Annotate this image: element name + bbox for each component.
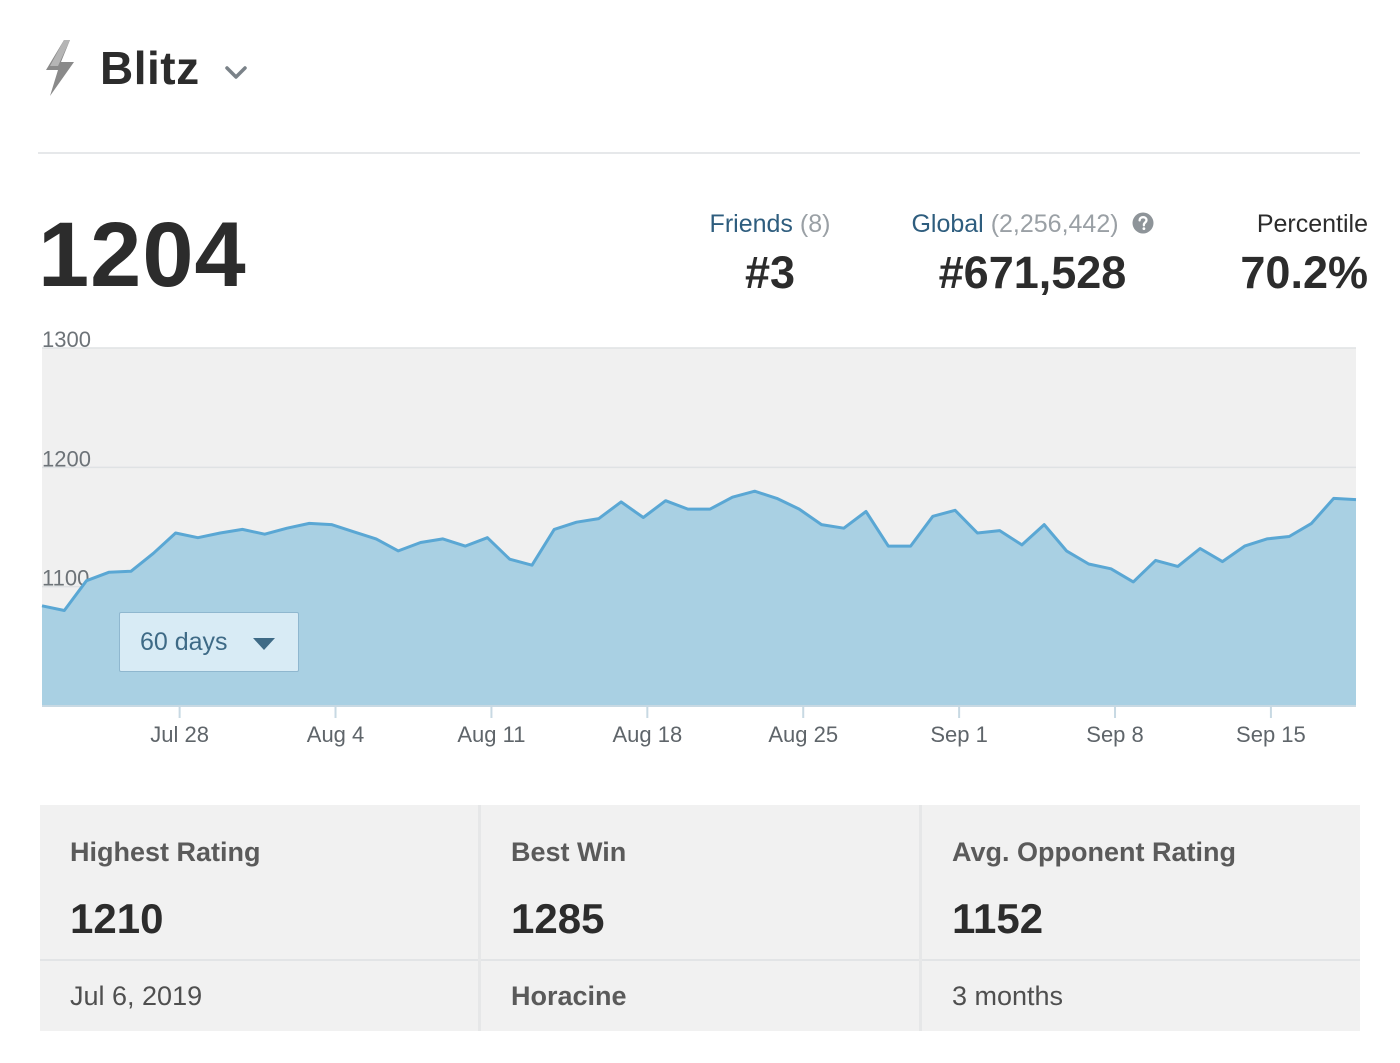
range-select-value: 60 days [140,627,228,656]
x-tick-label: Aug 11 [457,722,525,747]
x-tick-label: Aug 25 [768,722,838,747]
percentile-label: Percentile [1256,210,1368,238]
x-tick-label: Sep 15 [1236,722,1306,747]
best-win-opponent-link[interactable]: Horacine [481,961,919,1031]
current-rating: 1204 [38,204,247,306]
highest-rating-date: Jul 6, 2019 [70,980,203,1011]
highest-rating-card: Highest Rating 1210 Jul 6, 2019 [40,805,478,1031]
avg-opponent-value: 1152 [952,895,1044,942]
x-tick-label: Sep 1 [930,722,988,747]
best-win-card: Best Win 1285 Horacine [481,805,919,1031]
global-stat[interactable]: Global (2,256,442) #671,528 [895,208,1170,302]
friends-label-text: Friends [709,210,793,238]
question-circle-icon[interactable] [1132,212,1154,234]
global-label: Global (2,256,442) [895,208,1170,240]
rating-history-chart: 1000110012001300Jul 28Aug 4Aug 11Aug 18A… [41,327,1357,747]
friends-label: Friends (8) [690,208,850,240]
chevron-down-icon[interactable] [222,58,250,86]
avg-opponent-period: 3 months [952,980,1064,1011]
x-tick-label: Jul 28 [150,722,209,747]
global-label-text: Global [911,210,984,238]
percentile-stat: Percentile 70.2% [1218,208,1368,302]
best-win-label: Best Win [511,837,627,867]
y-tick-label: 1300 [42,327,91,352]
y-tick-label: 1200 [42,446,91,471]
header-divider [38,152,1360,154]
header: Blitz [40,32,250,104]
highest-rating-value: 1210 [70,895,164,942]
global-count: (2,256,442) [990,210,1119,238]
x-tick-label: Aug 4 [307,722,365,747]
avg-opponent-card: Avg. Opponent Rating 1152 3 months [922,805,1360,1031]
percentile-value: 70.2% [1240,247,1368,298]
x-tick-label: Sep 8 [1086,722,1144,747]
friends-stat[interactable]: Friends (8) #3 [690,208,850,302]
page-title: Blitz [100,42,200,94]
avg-opponent-label: Avg. Opponent Rating [952,837,1236,867]
x-tick-label: Aug 18 [612,722,682,747]
friends-rank: #3 [744,247,796,298]
global-rank: #671,528 [938,247,1127,298]
bolt-icon [46,40,74,96]
stat-cards: Highest Rating 1210 Jul 6, 2019 Best Win… [40,805,1360,1031]
caret-down-icon [252,638,275,650]
highest-rating-label: Highest Rating [70,837,261,867]
best-win-value: 1285 [511,895,605,942]
friends-count: (8) [799,210,831,238]
range-select[interactable]: 60 days [119,612,299,672]
